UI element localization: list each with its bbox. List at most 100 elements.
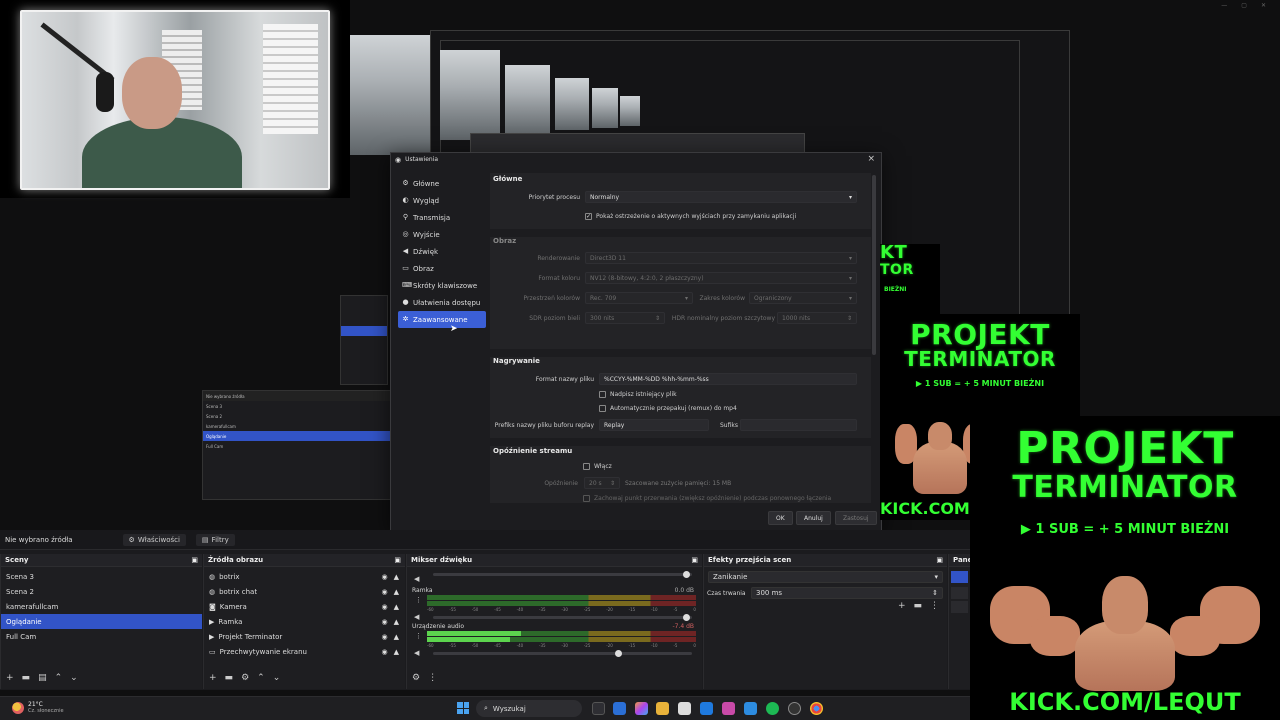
overwrite-checkbox[interactable]: Nadpisz istniejący plik	[599, 391, 677, 398]
sidebar-item-audio[interactable]: ◀ Dźwięk	[398, 243, 486, 260]
transition-select[interactable]: Zanikanie ▾	[708, 571, 943, 583]
gear-icon[interactable]: ⚙	[241, 673, 249, 683]
control-button[interactable]	[951, 571, 968, 583]
chevron-down-icon[interactable]: ⌄	[70, 673, 78, 683]
source-item[interactable]: ◙ Kamera ◉ ▲	[204, 599, 405, 614]
delay-enable-checkbox[interactable]: Włącz	[583, 463, 612, 470]
eye-icon[interactable]: ◉	[382, 618, 388, 626]
menu-dots-icon[interactable]: ⋮	[415, 632, 422, 640]
add-icon[interactable]: +	[209, 673, 217, 683]
replay-prefix-input[interactable]: Replay	[599, 419, 709, 431]
obs-icon[interactable]	[788, 702, 801, 715]
remux-checkbox[interactable]: Automatycznie przepakuj (remux) do mp4	[599, 405, 737, 412]
lock-icon[interactable]: ▲	[394, 588, 399, 596]
volume-slider[interactable]	[433, 650, 692, 657]
add-icon[interactable]: +	[6, 673, 14, 683]
scene-item[interactable]: Scena 3	[1, 569, 202, 584]
sidebar-item-accessibility[interactable]: ● Ułatwienia dostępu	[398, 294, 486, 311]
store-icon[interactable]	[678, 702, 691, 715]
spotify-icon[interactable]	[766, 702, 779, 715]
scene-item-selected[interactable]: Oglądanie	[1, 614, 202, 629]
trash-icon[interactable]: ▬	[22, 673, 31, 683]
control-button[interactable]	[951, 587, 968, 599]
content-scrollbar[interactable]	[872, 175, 876, 355]
properties-button[interactable]: ⚙ Właściwości	[122, 533, 186, 546]
cancel-button[interactable]: Anuluj	[796, 511, 831, 525]
lock-icon[interactable]: ▲	[394, 648, 399, 656]
sidebar-item-general[interactable]: ⚙ Główne	[398, 175, 486, 192]
scene-item[interactable]: Scena 2	[1, 584, 202, 599]
app-icon[interactable]	[744, 702, 757, 715]
file-explorer-icon[interactable]	[656, 702, 669, 715]
undock-icon[interactable]: ▣	[191, 556, 198, 564]
eye-icon[interactable]: ◉	[382, 603, 388, 611]
eye-icon[interactable]: ◉	[382, 648, 388, 656]
source-item[interactable]: ▭ Przechwytywanie ekranu ◉ ▲	[204, 644, 405, 659]
suffix-input[interactable]	[740, 419, 857, 431]
source-item[interactable]: ◍ botrix ◉ ▲	[204, 569, 405, 584]
scene-item[interactable]: kamerafullcam	[1, 599, 202, 614]
color-space-select[interactable]: Rec. 709 ▾	[585, 292, 693, 304]
close-icon[interactable]: ✕	[1261, 2, 1266, 9]
warn-checkbox[interactable]: ✓ Pokaż ostrzeżenie o aktywnych wyjściach…	[585, 213, 796, 220]
menu-dots-icon[interactable]: ⋮	[930, 601, 939, 611]
priority-select[interactable]: Normalny ▾	[585, 191, 857, 203]
trash-icon[interactable]: ▬	[225, 673, 234, 683]
source-item[interactable]: ▶ Projekt Terminator ◉ ▲	[204, 629, 405, 644]
sidebar-item-hotkeys[interactable]: ⌨ Skróty klawiszowe	[398, 277, 486, 294]
ok-button[interactable]: OK	[768, 511, 793, 525]
sdr-spinbox[interactable]: 300 nits ⇕	[585, 312, 665, 324]
sidebar-item-video[interactable]: ▭ Obraz	[398, 260, 486, 277]
taskbar-search[interactable]: ⌕ Wyszukaj	[476, 700, 582, 717]
sidebar-item-advanced[interactable]: ✲ Zaawansowane	[398, 311, 486, 328]
delay-spinbox[interactable]: 20 s ⇕	[584, 477, 620, 489]
maximize-icon[interactable]: ▢	[1241, 2, 1247, 9]
gear-icon[interactable]: ⚙	[412, 673, 420, 683]
lock-icon[interactable]: ▲	[394, 573, 399, 581]
filters-button[interactable]: ▤ Filtry	[195, 533, 235, 546]
undock-icon[interactable]: ▣	[394, 556, 401, 564]
volume-slider[interactable]	[433, 614, 692, 621]
dialog-titlebar[interactable]: ◉ Ustawienia	[391, 153, 881, 166]
volume-slider[interactable]	[433, 571, 692, 578]
source-item[interactable]: ▶ Ramka ◉ ▲	[204, 614, 405, 629]
speaker-icon[interactable]: ◀	[414, 613, 419, 621]
filter-icon[interactable]: ▤	[38, 673, 47, 683]
sidebar-item-output[interactable]: ◎ Wyjście	[398, 226, 486, 243]
apply-button[interactable]: Zastosuj	[835, 511, 877, 525]
duration-spinbox[interactable]: 300 ms ⇕	[751, 587, 943, 599]
chrome-icon[interactable]	[810, 702, 823, 715]
chevron-down-icon[interactable]: ⌄	[273, 673, 281, 683]
chevron-up-icon[interactable]: ⌃	[257, 673, 265, 683]
filename-input[interactable]: %CCYY-%MM-%DD %hh-%mm-%ss	[599, 373, 857, 385]
speaker-icon[interactable]: ◀	[414, 575, 419, 583]
hdr-spinbox[interactable]: 1000 nits ⇕	[777, 312, 857, 324]
minimize-icon[interactable]: —	[1221, 2, 1227, 9]
copilot-icon[interactable]	[635, 702, 648, 715]
sidebar-item-appearance[interactable]: ◐ Wygląd	[398, 192, 486, 209]
undock-icon[interactable]: ▣	[691, 556, 698, 564]
messenger-icon[interactable]	[722, 702, 735, 715]
color-format-select[interactable]: NV12 (8-bitowy, 4:2:0, 2 płaszczyzny) ▾	[585, 272, 857, 284]
lock-icon[interactable]: ▲	[394, 603, 399, 611]
eye-icon[interactable]: ◉	[382, 573, 388, 581]
outlook-icon[interactable]	[613, 702, 626, 715]
preserve-checkbox[interactable]: Zachowaj punkt przerwania (zwiększ opóźn…	[583, 495, 831, 502]
eye-icon[interactable]: ◉	[382, 633, 388, 641]
renderer-select[interactable]: Direct3D 11 ▾	[585, 252, 857, 264]
menu-dots-icon[interactable]: ⋮	[415, 596, 422, 604]
color-range-select[interactable]: Ograniczony ▾	[749, 292, 857, 304]
source-item[interactable]: ◍ botrix chat ◉ ▲	[204, 584, 405, 599]
scene-item[interactable]: Full Cam	[1, 629, 202, 644]
close-icon[interactable]: ×	[867, 154, 875, 164]
windows-start-icon[interactable]	[457, 702, 469, 714]
edge-icon[interactable]	[700, 702, 713, 715]
add-icon[interactable]: +	[898, 601, 906, 611]
menu-dots-icon[interactable]: ⋮	[428, 673, 437, 683]
lock-icon[interactable]: ▲	[394, 633, 399, 641]
lock-icon[interactable]: ▲	[394, 618, 399, 626]
control-button[interactable]	[951, 601, 968, 613]
eye-icon[interactable]: ◉	[382, 588, 388, 596]
task-view-icon[interactable]	[592, 702, 605, 715]
weather-widget[interactable]: 21°C Cz. słonecznie	[12, 701, 64, 714]
